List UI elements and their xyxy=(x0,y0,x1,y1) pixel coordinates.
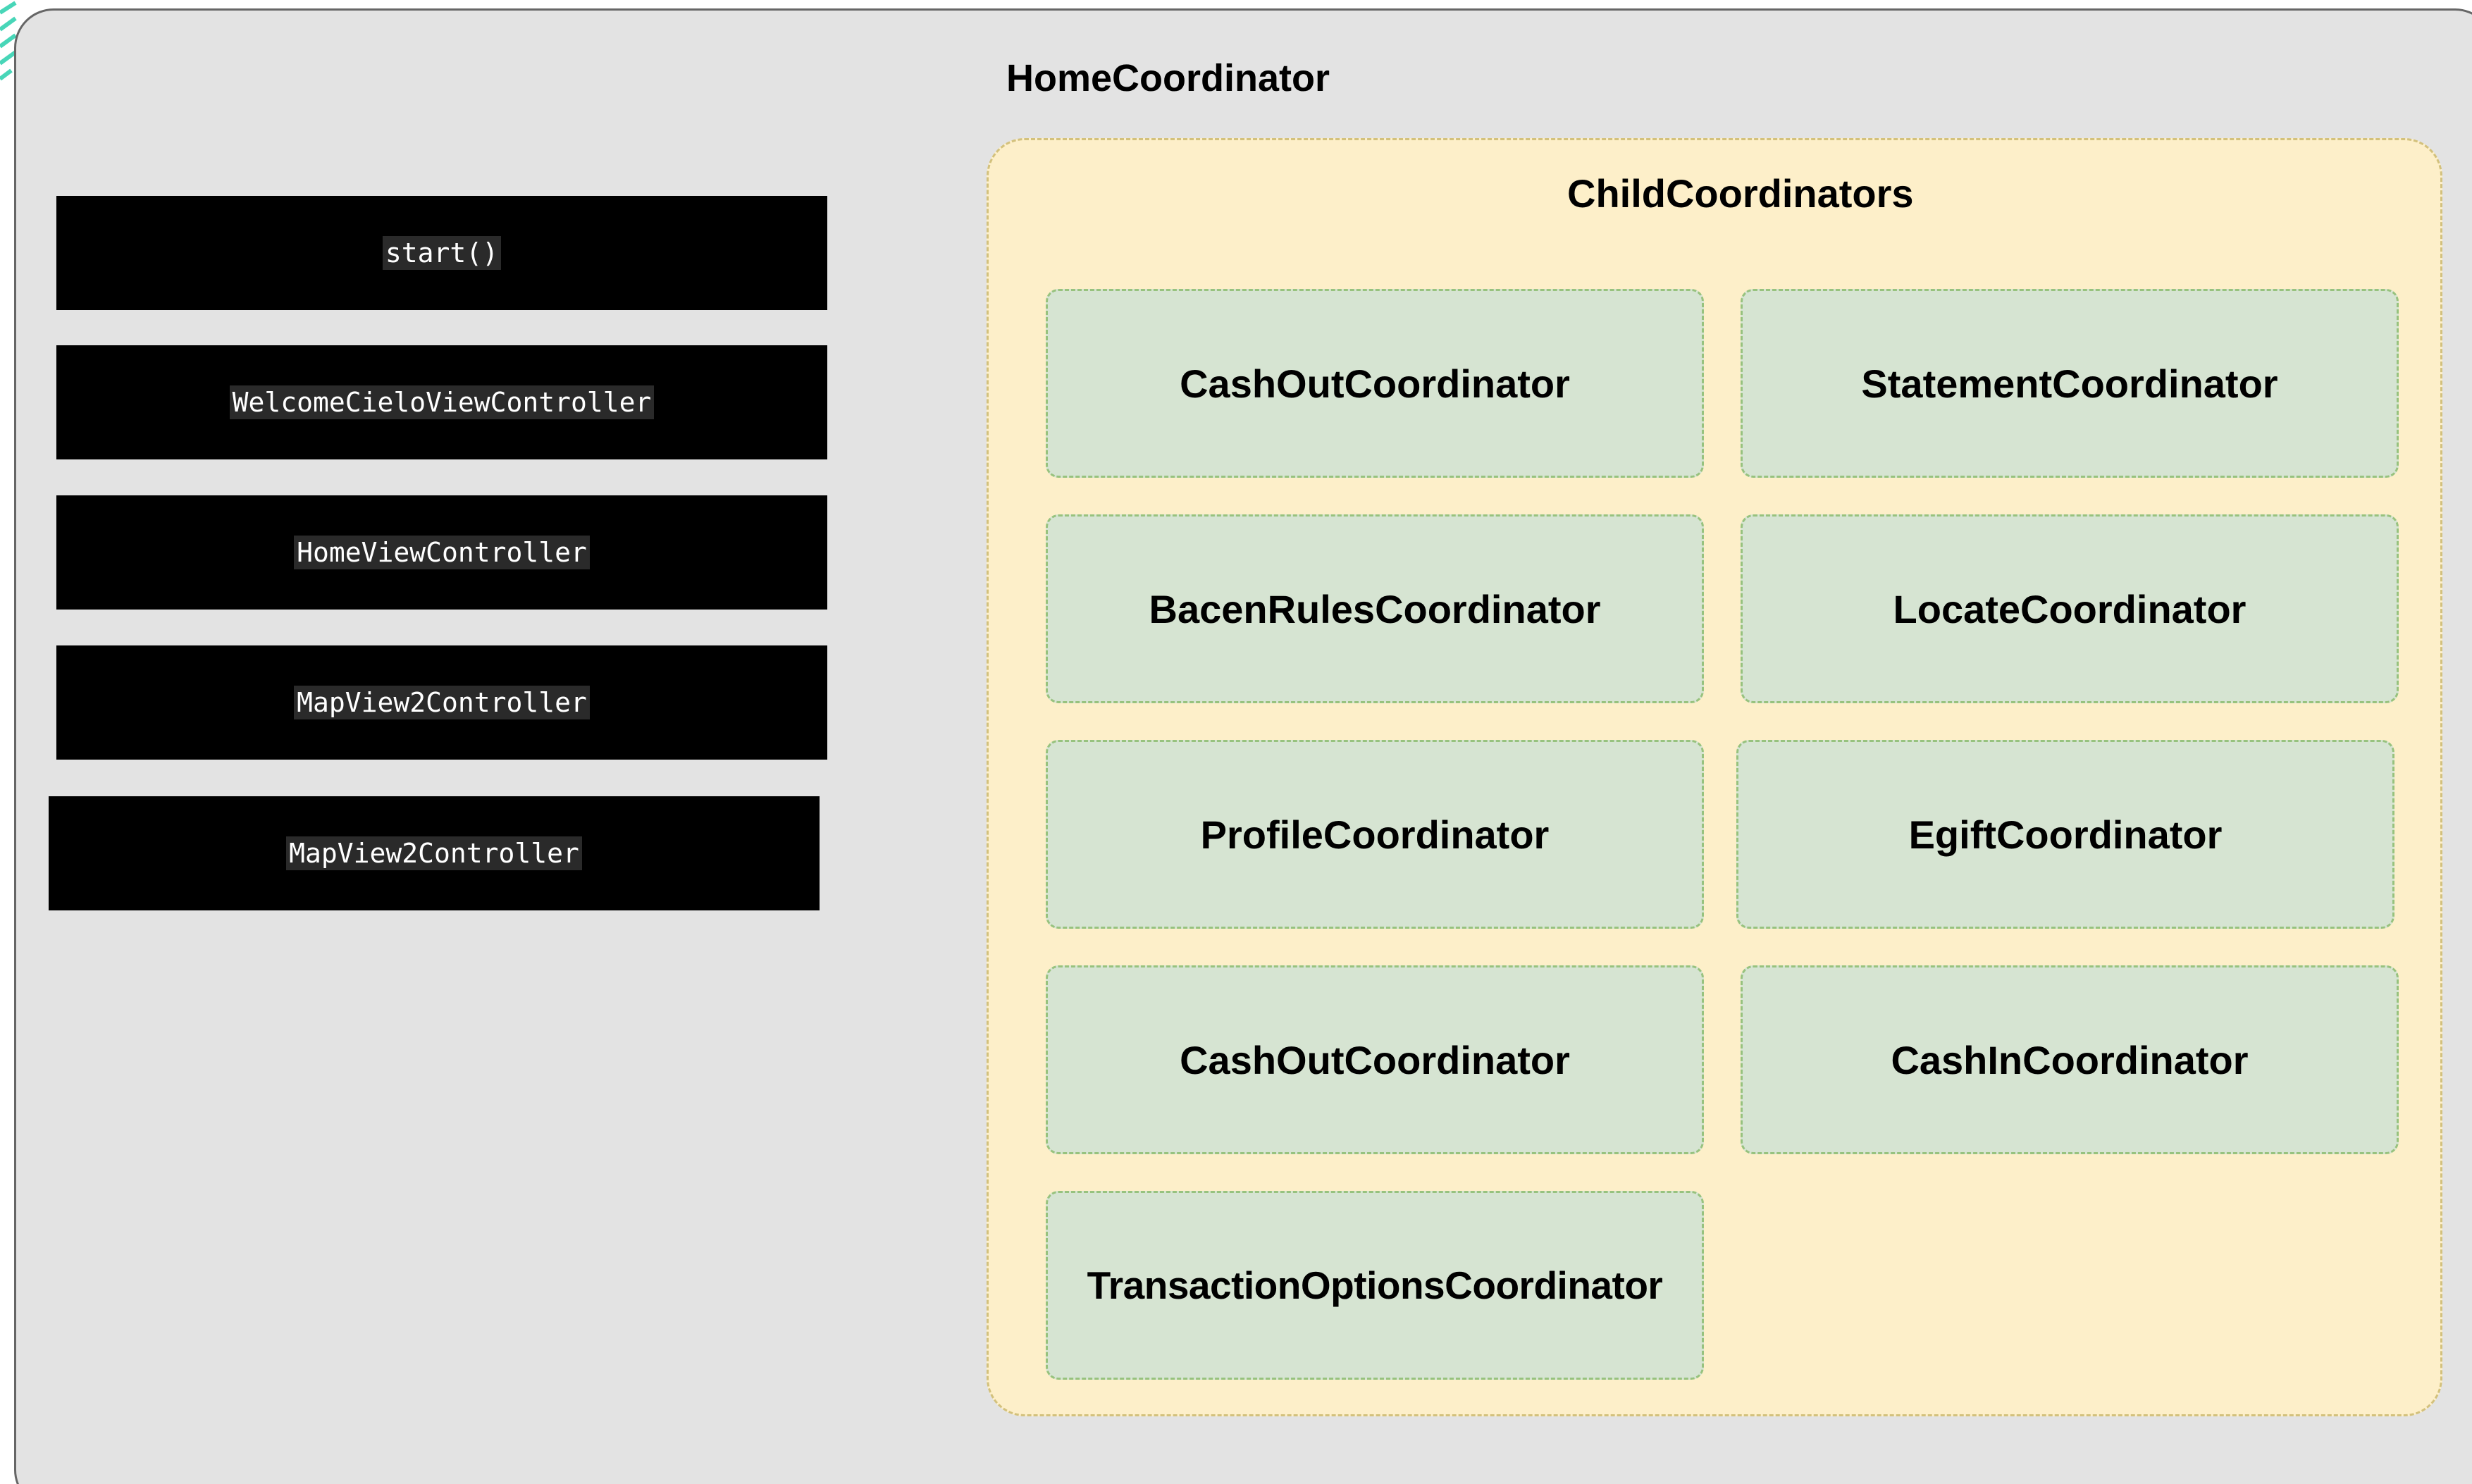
method-label: start() xyxy=(382,236,502,270)
coordinator-box-egift[interactable]: EgiftCoordinator xyxy=(1736,740,2394,929)
method-box-start[interactable]: start() xyxy=(56,196,827,310)
method-box-welcome-cielo-view-controller[interactable]: WelcomeCieloViewController xyxy=(56,345,827,459)
home-coordinator-title: HomeCoordinator xyxy=(1006,57,1330,99)
coordinator-box-locate[interactable]: LocateCoordinator xyxy=(1741,514,2399,703)
coordinator-label: CashInCoordinator xyxy=(1891,1037,2249,1082)
coordinator-label: CashOutCoordinator xyxy=(1180,361,1570,406)
coordinator-label: BacenRulesCoordinator xyxy=(1149,586,1601,631)
coordinator-box-bacen-rules[interactable]: BacenRulesCoordinator xyxy=(1046,514,1704,703)
method-label: WelcomeCieloViewController xyxy=(229,385,655,419)
child-coordinators-title: ChildCoordinators xyxy=(1567,171,1914,216)
coordinator-label: CashOutCoordinator xyxy=(1180,1037,1570,1082)
coordinator-box-statement[interactable]: StatementCoordinator xyxy=(1741,289,2399,478)
coordinator-box-cash-in[interactable]: CashInCoordinator xyxy=(1741,965,2399,1154)
coordinator-box-transaction-options[interactable]: TransactionOptionsCoordinator xyxy=(1046,1191,1704,1380)
coordinator-box-profile[interactable]: ProfileCoordinator xyxy=(1046,740,1704,929)
method-label: MapView2Controller xyxy=(286,836,582,870)
method-label: MapView2Controller xyxy=(294,686,590,719)
method-label: HomeViewController xyxy=(294,536,590,569)
coordinator-box-cash-out-second[interactable]: CashOutCoordinator xyxy=(1046,965,1704,1154)
coordinator-box-cash-out[interactable]: CashOutCoordinator xyxy=(1046,289,1704,478)
method-box-map-view2-controller-second[interactable]: MapView2Controller xyxy=(49,796,820,910)
coordinator-label: ProfileCoordinator xyxy=(1200,812,1550,857)
coordinator-label: LocateCoordinator xyxy=(1893,586,2247,631)
diagram-canvas: HomeCoordinator start() WelcomeCieloView… xyxy=(0,0,2472,1484)
method-box-map-view2-controller[interactable]: MapView2Controller xyxy=(56,645,827,760)
method-box-home-view-controller[interactable]: HomeViewController xyxy=(56,495,827,610)
coordinator-label: EgiftCoordinator xyxy=(1908,812,2223,857)
coordinator-label: StatementCoordinator xyxy=(1861,361,2278,406)
coordinator-label: TransactionOptionsCoordinator xyxy=(1087,1263,1663,1307)
